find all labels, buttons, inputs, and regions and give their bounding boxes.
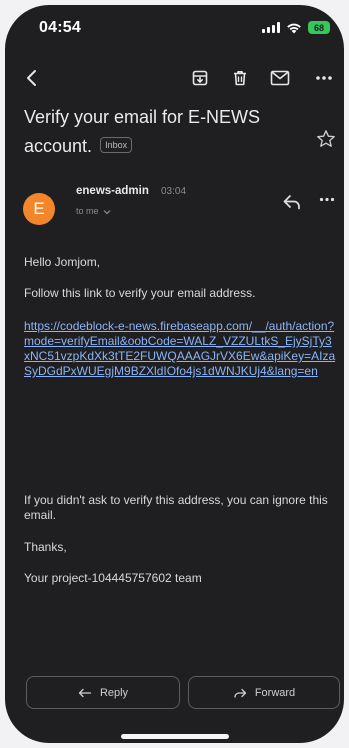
thanks-text: Thanks, [24,540,67,554]
sender-name[interactable]: enews-admin [76,185,149,197]
signature-text: Your project-104445757602 team [24,571,202,585]
reply-button-label: Reply [99,686,129,699]
chevron-down-icon [103,209,111,214]
reply-button[interactable]: Reply [26,676,180,709]
verify-link[interactable]: https://codeblock-e-news.firebaseapp.com… [24,319,336,379]
reply-icon[interactable] [281,191,303,213]
email-screen: 04:54 68 Verify your email for E-NEWS ac… [5,5,344,743]
greeting-text: Hello Jomjom, [24,255,101,269]
home-indicator[interactable] [121,734,229,739]
recipient-toggle[interactable]: to me [76,206,111,216]
email-toolbar [5,63,344,93]
mail-icon[interactable] [267,65,293,91]
sender-time: 03:04 [161,186,187,197]
ignore-note-text: If you didn't ask to verify this address… [24,493,328,522]
back-icon[interactable] [19,65,45,91]
forward-button[interactable]: Forward [188,676,340,709]
delete-icon[interactable] [227,65,253,91]
subject-text: Verify your email for E-NEWS account. [24,107,261,156]
status-indicators: 68 [262,21,330,34]
intro-text: Follow this link to verify your email ad… [24,286,256,300]
sender-avatar[interactable]: E [23,193,55,225]
recipient-text: to me [76,206,99,216]
battery-icon: 68 [308,21,330,34]
signal-icon [262,22,280,33]
inbox-label-badge[interactable]: Inbox [100,137,133,154]
archive-icon[interactable] [187,65,213,91]
email-subject: Verify your email for E-NEWS account. In… [24,103,309,161]
more-icon[interactable] [311,65,337,91]
star-icon[interactable] [316,129,336,149]
status-time: 04:54 [39,19,81,36]
forward-arrow-icon [234,688,246,698]
phone-frame: 04:54 68 Verify your email for E-NEWS ac… [0,0,349,748]
wifi-icon [287,23,301,33]
message-more-icon[interactable] [319,197,335,202]
forward-button-label: Forward [254,686,296,699]
reply-arrow-icon [78,688,92,697]
